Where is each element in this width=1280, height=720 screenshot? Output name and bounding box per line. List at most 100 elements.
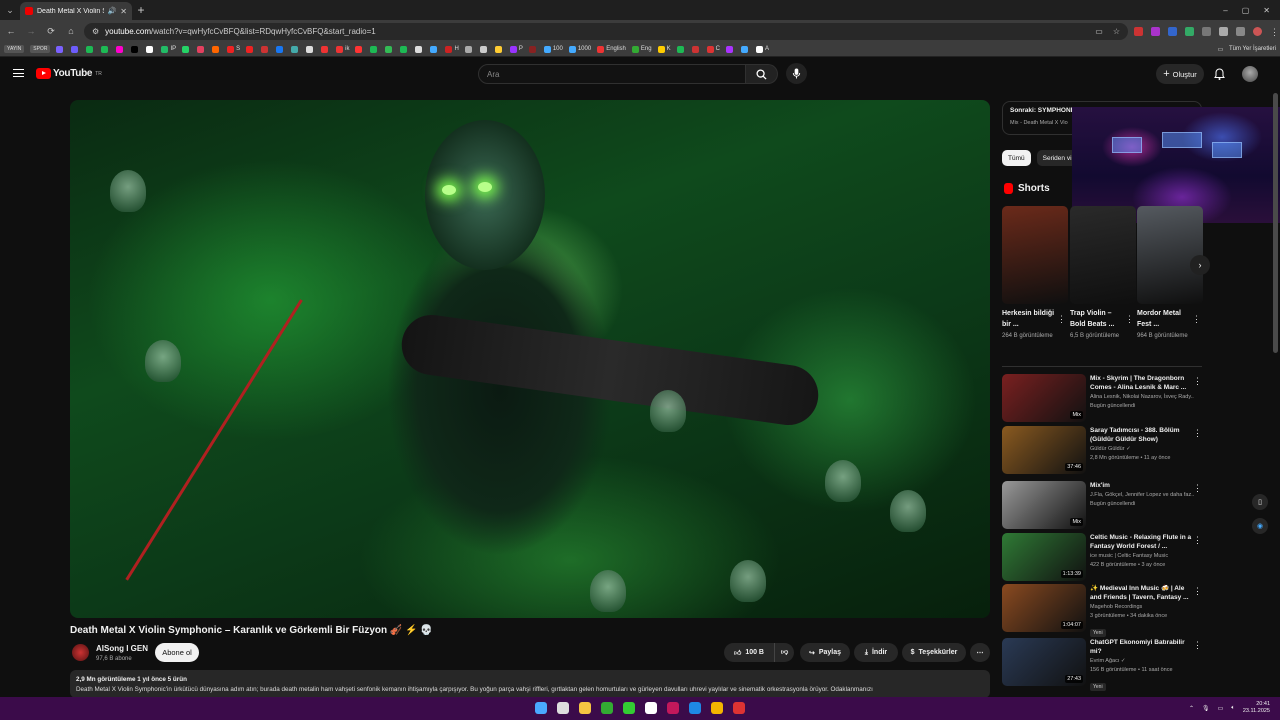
short-item[interactable]: Trap Violin – Bold Beats ... 6,5 B görün… [1070, 206, 1136, 341]
bookmark-item[interactable] [131, 45, 140, 53]
video-menu-icon[interactable]: ⋮ [1193, 483, 1202, 494]
bookmark-item[interactable] [400, 45, 409, 53]
minimize-button[interactable]: – [1223, 6, 1227, 15]
bookmark-item[interactable] [71, 45, 80, 53]
short-thumbnail[interactable] [1002, 206, 1068, 304]
short-menu-icon[interactable]: ⋮ [1125, 314, 1134, 325]
xbox-icon[interactable] [598, 699, 615, 716]
channel-name[interactable]: Magehob Recordings [1090, 602, 1194, 612]
reading-mode-icon[interactable]: ▯ [1252, 494, 1268, 510]
maximize-button[interactable]: ▢ [1242, 6, 1250, 15]
bookmark-item[interactable] [182, 45, 191, 53]
bookmark-item[interactable]: K [657, 45, 671, 53]
video-menu-icon[interactable]: ⋮ [1193, 535, 1202, 546]
extension-icon-5[interactable] [1202, 26, 1211, 36]
more-actions-button[interactable]: ⋯ [970, 643, 990, 662]
site-info-icon[interactable]: ⚙ [92, 27, 99, 36]
assistant-icon[interactable]: ◉ [1252, 518, 1268, 534]
bookmark-item[interactable]: A [755, 45, 769, 53]
file-explorer-icon[interactable] [576, 699, 593, 716]
video-description[interactable]: 2,9 Mn görüntüleme 1 yıl önce 5 ürün Dea… [70, 670, 990, 698]
bookmark-item[interactable] [261, 45, 270, 53]
extension-icon-2[interactable] [1151, 26, 1160, 36]
bookmark-item[interactable]: 100 [543, 45, 563, 53]
bookmark-item[interactable]: ik [336, 45, 349, 53]
bookmark-item[interactable]: English [597, 45, 626, 53]
channel-name[interactable]: Evrim Ağacı ✓ [1090, 656, 1194, 666]
bookmark-item[interactable] [321, 45, 330, 53]
bookmark-item[interactable] [146, 45, 155, 53]
app-icon-2[interactable] [664, 699, 681, 716]
download-button[interactable]: ⤓ İndir [854, 643, 898, 662]
short-item[interactable]: Herkesin bildiği bir ... 264 B görüntüle… [1002, 206, 1068, 341]
channel-name[interactable]: Alina Lesnik, Nikolai Nazarov, İsveç Rad… [1090, 392, 1194, 402]
youtube-logo[interactable]: YouTube TR [36, 68, 102, 79]
volume-icon[interactable]: 🔈︎ [1231, 705, 1235, 712]
share-button[interactable]: ↪ Paylaş [800, 643, 850, 662]
bookmark-item[interactable] [246, 45, 255, 53]
recommended-video[interactable]: Mix Mix - Skyrim | The Dragonborn Comes -… [1002, 374, 1202, 422]
browser-tab[interactable]: Death Metal X Violin Symp 🔊 ✕ [20, 2, 132, 20]
chip-all[interactable]: Tümü [1002, 150, 1031, 166]
like-button[interactable]: 👍︎ 100 B [724, 643, 774, 662]
bookmark-item[interactable] [355, 45, 364, 53]
search-input[interactable]: Ara [478, 64, 746, 84]
bookmark-item[interactable] [101, 45, 110, 53]
recommended-video[interactable]: 37:46 Saray Tadımcısı - 388. Bölüm (Güldü… [1002, 426, 1202, 474]
bookmark-item[interactable] [212, 45, 221, 53]
bookmark-star-icon[interactable]: ☆ [1113, 27, 1120, 36]
clock[interactable]: 20:41 23.11.2025 [1243, 701, 1270, 715]
bookmark-item[interactable] [494, 45, 504, 53]
short-thumbnail[interactable] [1070, 206, 1136, 304]
bookmark-item[interactable] [197, 45, 206, 53]
video-player[interactable] [70, 100, 990, 618]
pycharm-icon[interactable] [620, 699, 637, 716]
extension-icon-3[interactable] [1168, 26, 1177, 36]
new-tab-button[interactable]: + [132, 3, 150, 17]
profile-icon[interactable] [1253, 26, 1262, 36]
video-menu-icon[interactable]: ⋮ [1193, 640, 1202, 651]
page-scrollbar[interactable] [1273, 93, 1278, 353]
video-thumbnail[interactable]: 37:46 [1002, 426, 1086, 474]
extension-icon-1[interactable] [1134, 26, 1143, 36]
extension-icon-6[interactable] [1219, 26, 1228, 36]
bookmark-item[interactable] [725, 45, 735, 53]
video-thumbnail[interactable]: Mix [1002, 374, 1086, 422]
recommended-video[interactable]: 1:13:39 Celtic Music - Relaxing Flute in … [1002, 533, 1202, 581]
channel-name[interactable]: Güldür Güldür ✓ [1090, 444, 1194, 454]
tray-mic-icon[interactable]: 🎙︎ [1202, 705, 1210, 712]
channel-name[interactable]: ice music | Celtic Fantasy Music [1090, 551, 1194, 561]
guide-menu-icon[interactable] [13, 69, 24, 77]
video-menu-icon[interactable]: ⋮ [1193, 428, 1202, 439]
menu-dots-icon[interactable]: ⋮ [1270, 27, 1279, 37]
bookmark-item[interactable] [464, 45, 474, 53]
bookmark-item[interactable]: IP [161, 45, 176, 53]
video-thumbnail[interactable]: 1:04:07 [1002, 584, 1086, 632]
bookmark-item[interactable] [430, 45, 439, 53]
all-bookmarks-button[interactable]: ▭ Tüm Yer İşaretleri [1218, 46, 1276, 53]
video-thumbnail[interactable]: Mix [1002, 481, 1086, 529]
voice-search-button[interactable] [786, 63, 807, 84]
bookmark-item[interactable]: C [706, 45, 720, 53]
video-menu-icon[interactable]: ⋮ [1193, 586, 1202, 597]
create-button[interactable]: + Oluştur [1156, 64, 1204, 84]
network-icon[interactable]: ▭ [1218, 705, 1224, 712]
search-button[interactable] [746, 64, 778, 84]
bookmark-item[interactable]: Eng [631, 45, 652, 53]
recommended-video[interactable]: 27:43 ChatGPT Ekonomiyi Batırabilir mi? Ev… [1002, 638, 1202, 691]
video-thumbnail[interactable]: 1:13:39 [1002, 533, 1086, 581]
thanks-button[interactable]: $ Teşekkürler [902, 643, 966, 662]
bookmark-item[interactable] [370, 45, 379, 53]
bookmark-item[interactable] [276, 45, 285, 53]
tray-chevron-icon[interactable]: ⌃ [1189, 705, 1194, 712]
tab-close-icon[interactable]: ✕ [120, 7, 127, 16]
bookmark-item[interactable] [691, 45, 701, 53]
video-menu-icon[interactable]: ⋮ [1193, 376, 1202, 387]
bookmark-item[interactable] [306, 45, 315, 53]
forward-icon[interactable]: → [24, 26, 38, 36]
home-icon[interactable]: ⌂ [64, 26, 78, 36]
windows-start-icon[interactable] [532, 699, 549, 716]
cast-icon[interactable]: ▭ [1095, 27, 1103, 36]
task-view-icon[interactable] [554, 699, 571, 716]
chrome-icon[interactable] [708, 699, 725, 716]
